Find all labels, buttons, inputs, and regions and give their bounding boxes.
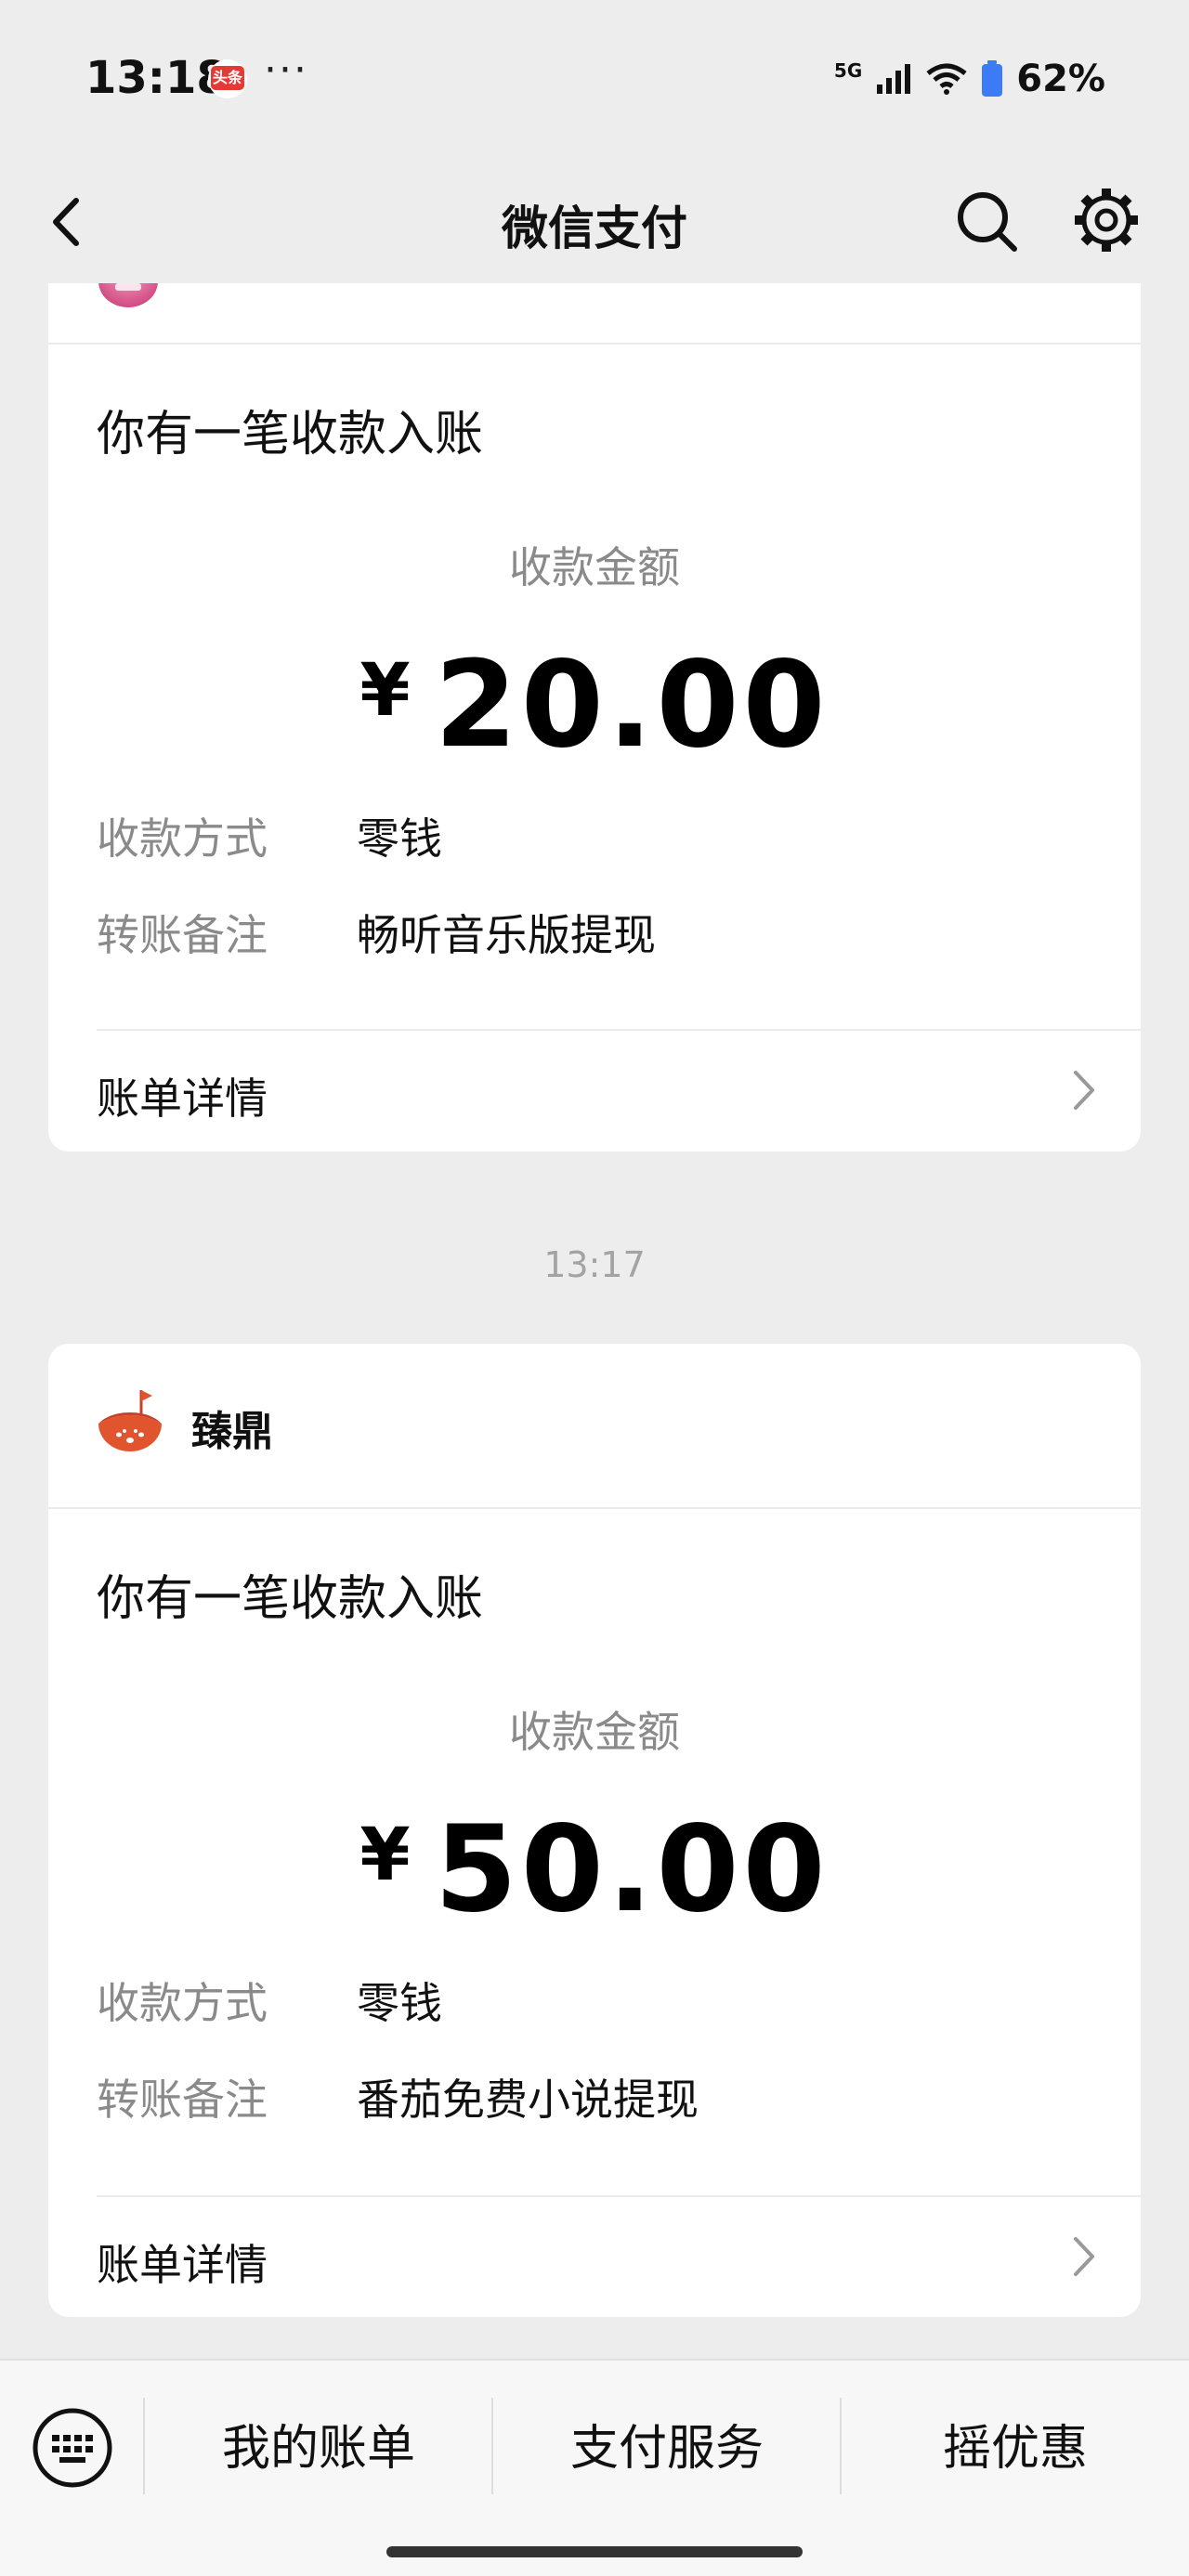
payment-card: 臻鼎 你有一笔收款入账 收款金额 ¥50.00 收款方式 零钱 转账备注 番茄免… — [48, 1344, 1141, 2317]
tomato-logo-icon — [98, 1390, 162, 1451]
payment-notice: 你有一笔收款入账 — [97, 1571, 484, 1627]
chevron-right-icon[interactable] — [1068, 1067, 1100, 1113]
amount-label: 收款金额 — [509, 542, 680, 592]
method-value: 零钱 — [357, 1978, 442, 2028]
payment-amount: ¥50.00 — [48, 1801, 1141, 1939]
battery-icon — [982, 60, 1003, 97]
chevron-right-icon[interactable] — [1068, 2233, 1100, 2280]
memo-value: 番茄免费小说提现 — [357, 2075, 699, 2125]
tab-pay-services[interactable]: 支付服务 — [493, 2392, 841, 2505]
status-indicators: 5G 62% — [834, 56, 1105, 102]
payment-notice: 你有一笔收款入账 — [97, 407, 484, 462]
payment-amount: ¥20.00 — [48, 636, 1141, 774]
method-label: 收款方式 — [97, 813, 268, 864]
keyboard-icon[interactable] — [32, 2407, 113, 2489]
bill-detail-link[interactable]: 账单详情 — [97, 1065, 268, 1126]
more-notifications-icon: ··· — [264, 46, 308, 94]
card-header — [48, 283, 1141, 345]
amount-value: 50.00 — [434, 1801, 830, 1939]
card-header: 臻鼎 — [48, 1344, 1141, 1509]
gear-icon[interactable] — [1070, 184, 1143, 256]
amount-value: 20.00 — [434, 636, 830, 774]
network-type-label: 5G — [833, 59, 863, 82]
merchant-logo — [98, 283, 158, 307]
merchant-name: 臻鼎 — [191, 1408, 273, 1455]
method-label: 收款方式 — [97, 1978, 268, 2028]
payment-card: 你有一笔收款入账 收款金额 ¥20.00 收款方式 零钱 转账备注 畅听音乐版提… — [48, 283, 1141, 1151]
toutiao-app-icon: 头条 — [208, 59, 247, 98]
message-timestamp: 13:17 — [543, 1244, 646, 1285]
toutiao-badge-label: 头条 — [211, 66, 244, 90]
tab-shake-offers[interactable]: 摇优惠 — [842, 2392, 1189, 2505]
status-time: 13:18 — [85, 52, 228, 104]
memo-label: 转账备注 — [97, 910, 268, 960]
currency-symbol: ¥ — [359, 1814, 411, 1897]
bill-detail-link[interactable]: 账单详情 — [97, 2231, 268, 2293]
search-icon[interactable] — [953, 184, 1020, 256]
divider — [97, 1029, 1141, 1031]
home-indicator[interactable] — [386, 2546, 803, 2557]
signal-icon — [877, 64, 911, 94]
status-bar: 13:18 头条 ··· 5G 62% — [0, 0, 1189, 158]
divider — [97, 2195, 1141, 2197]
tab-my-bills[interactable]: 我的账单 — [145, 2392, 492, 2505]
memo-value: 畅听音乐版提现 — [357, 910, 656, 960]
method-value: 零钱 — [357, 813, 442, 864]
currency-symbol: ¥ — [359, 649, 411, 733]
wifi-icon — [926, 63, 967, 95]
memo-label: 转账备注 — [97, 2075, 268, 2125]
amount-label: 收款金额 — [509, 1707, 680, 1757]
nav-bar: 微信支付 — [0, 158, 1189, 286]
battery-percent: 62% — [1016, 58, 1105, 100]
bottom-menu-bar: 我的账单 支付服务 摇优惠 — [0, 2359, 1189, 2576]
